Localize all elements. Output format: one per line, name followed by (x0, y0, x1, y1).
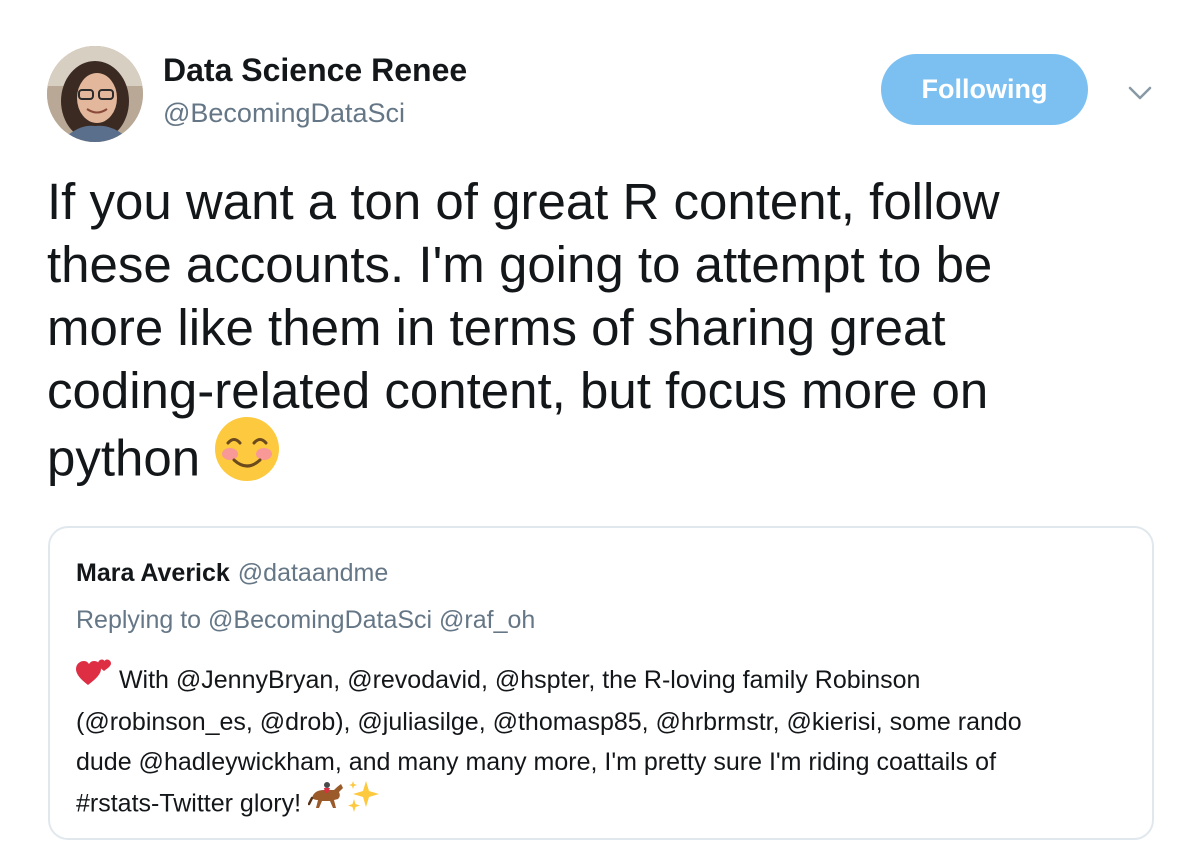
quoted-body-line: With @JennyBryan, @revodavid, @hspter, t… (76, 657, 1136, 702)
quoted-tweet-body: With @JennyBryan, @revodavid, @hspter, t… (76, 657, 1136, 828)
tweet-text: If you want a ton of great R content, fo… (47, 170, 1157, 502)
two-hearts-icon (76, 657, 112, 699)
smiling-face-with-blushing-cheeks-icon (214, 416, 280, 496)
author-handle[interactable]: @BecomingDataSci (163, 98, 405, 129)
tweet-text-line-last: python (47, 417, 1157, 502)
avatar[interactable] (47, 46, 143, 142)
chevron-down-icon[interactable] (1125, 78, 1155, 108)
tweet-text-line: If you want a ton of great R content, fo… (47, 173, 1000, 230)
tweet-text-line: more like them in terms of sharing great (47, 299, 946, 356)
quoted-body-line: #rstats-Twitter glory! (76, 779, 1136, 828)
quoted-body-text: #rstats-Twitter glory! (76, 790, 302, 818)
quoted-body-text: With @JennyBryan, @revodavid, @hspter, t… (118, 666, 921, 694)
replying-to-text: Replying to @BecomingDataSci @raf_oh (76, 606, 536, 634)
horse-racing-icon (307, 780, 346, 824)
tweet-text-word: python (47, 429, 201, 487)
quoted-body-line: dude @hadleywickham, and many many more,… (76, 748, 997, 777)
sparkles-icon (346, 779, 380, 825)
quoted-body-line: (@robinson_es, @drob), @juliasilge, @tho… (76, 708, 1022, 737)
tweet-text-line: coding-related content, but focus more o… (47, 362, 989, 419)
following-button[interactable]: Following (881, 54, 1088, 125)
quoted-author-handle: @dataandme (237, 559, 389, 587)
quoted-author-name: Mara Averick (76, 559, 230, 587)
quoted-tweet-card[interactable]: Mara Averick @dataandme Replying to @Beco… (48, 526, 1154, 840)
avatar-photo (47, 46, 143, 142)
tweet-text-line: these accounts. I'm going to attempt to … (47, 236, 993, 293)
quoted-tweet-header: Mara Averick @dataandme (76, 559, 388, 588)
author-name[interactable]: Data Science Renee (163, 52, 467, 89)
